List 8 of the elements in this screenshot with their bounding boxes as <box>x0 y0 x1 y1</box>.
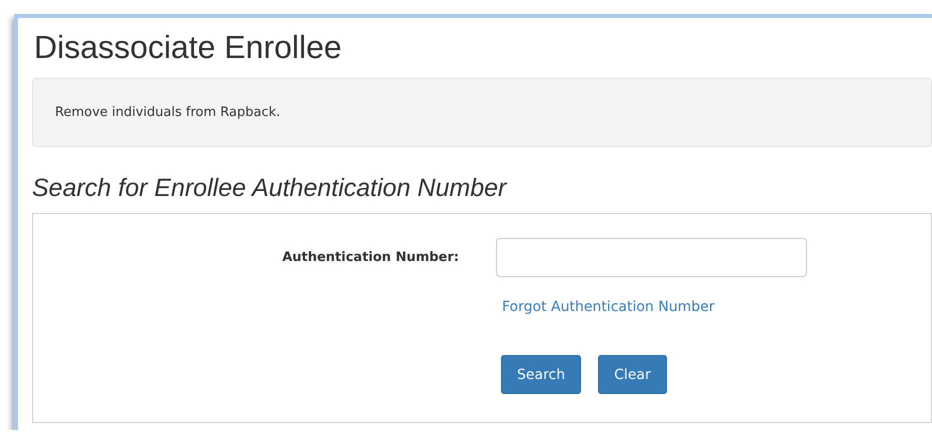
authentication-number-field[interactable] <box>496 238 807 277</box>
search-button[interactable]: Search <box>501 355 582 394</box>
section-heading: Search for Enrollee Authentication Number <box>32 173 508 203</box>
notice-text: Remove individuals from Rapback. <box>55 105 280 120</box>
field-label: Authentication Number: <box>282 250 459 265</box>
clear-button[interactable]: Clear <box>598 355 667 394</box>
page-title: Disassociate Enrollee <box>33 28 343 66</box>
forgot-link[interactable]: Forgot Authentication Number <box>502 299 714 315</box>
